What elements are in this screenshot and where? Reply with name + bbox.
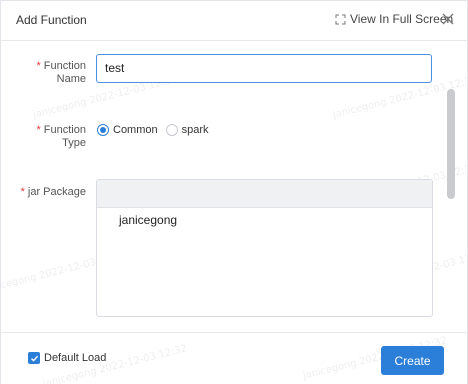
radio-common[interactable]: Common xyxy=(97,124,158,136)
jar-package-label: * jar Package xyxy=(20,186,86,198)
jar-package-tree: janicegong xyxy=(96,179,433,317)
required-mark: * xyxy=(36,124,41,136)
dialog-footer: janicegong 2022-12-03 12:32 janicegong 2… xyxy=(1,332,467,384)
function-type-label: * Function Type xyxy=(36,124,86,149)
default-load-label: Default Load xyxy=(44,352,107,364)
scrollbar-thumb[interactable] xyxy=(447,89,455,199)
expand-icon xyxy=(335,14,346,24)
required-mark: * xyxy=(20,186,25,198)
radio-spark[interactable]: spark xyxy=(165,124,209,136)
radio-selected-icon xyxy=(97,124,109,136)
view-fullscreen-button[interactable]: View In Full Screen xyxy=(335,12,453,26)
function-name-label: * Function Name xyxy=(36,60,86,85)
function-type-radio-group: Common spark xyxy=(97,124,217,136)
checkbox-checked-icon xyxy=(28,352,40,364)
function-name-input[interactable]: test xyxy=(96,54,432,83)
dialog-body: janicegong 2022-12-03 12:32 janicegong 2… xyxy=(1,42,467,332)
tree-item-janicegong[interactable]: janicegong xyxy=(119,213,177,227)
radio-unselected-icon xyxy=(165,124,178,136)
dialog-title: Add Function xyxy=(16,13,87,27)
default-load-checkbox[interactable]: Default Load xyxy=(28,352,106,364)
dialog-header: Add Function View In Full Screen xyxy=(1,1,467,41)
required-mark: * xyxy=(36,60,41,72)
create-button[interactable]: Create xyxy=(381,346,444,375)
close-icon[interactable] xyxy=(441,12,455,26)
jar-package-search-input[interactable] xyxy=(97,180,432,208)
add-function-dialog: Add Function View In Full Screen janiceg… xyxy=(0,0,468,384)
view-fullscreen-label: View In Full Screen xyxy=(350,12,454,26)
